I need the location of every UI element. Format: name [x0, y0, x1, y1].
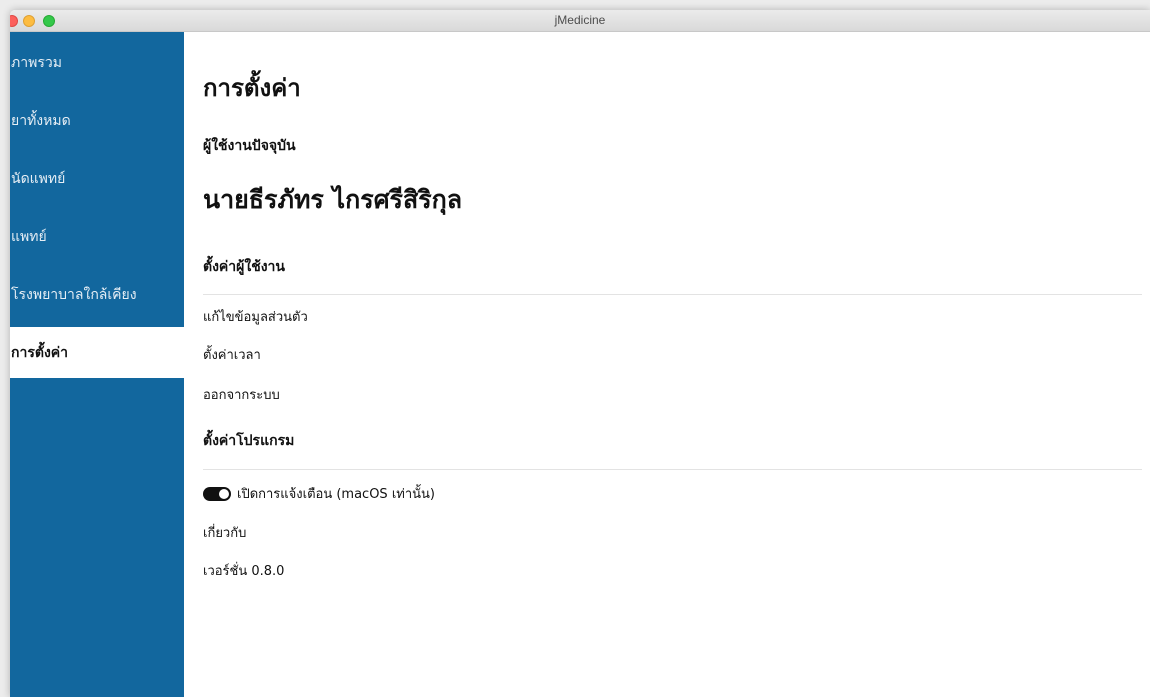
time-settings-link[interactable]: ตั้งค่าเวลา [203, 344, 261, 365]
page-title: การตั้งค่า [203, 74, 301, 102]
sidebar-item-label: แพทย์ [11, 228, 47, 245]
sidebar-item-overview[interactable]: ภาพรวม [10, 37, 184, 88]
sidebar-item-label: ภาพรวม [11, 54, 62, 71]
notification-toggle-label: เปิดการแจ้งเตือน (macOS เท่านั้น) [237, 487, 435, 502]
app-window: jMedicine ภาพรวม ยาทั้งหมด นัดแพทย์ แพทย… [10, 10, 1150, 697]
section-divider [203, 294, 1142, 295]
section-divider [203, 469, 1142, 470]
about-link[interactable]: เกี่ยวกับ [203, 522, 246, 543]
sidebar: ภาพรวม ยาทั้งหมด นัดแพทย์ แพทย์ โรงพยาบา… [10, 32, 184, 697]
logout-link[interactable]: ออกจากระบบ [203, 384, 280, 405]
sidebar-item-nearby-hospitals[interactable]: โรงพยาบาลใกล้เคียง [10, 269, 184, 320]
sidebar-item-label: การตั้งค่า [11, 344, 69, 361]
version-text: เวอร์ชั่น 0.8.0 [203, 564, 285, 579]
sidebar-item-label: โรงพยาบาลใกล้เคียง [11, 286, 137, 303]
sidebar-item-all-medicines[interactable]: ยาทั้งหมด [10, 95, 184, 146]
current-user-name: นายธีรภัทร ไกรศรีสิริกุล [203, 185, 463, 214]
settings-panel: การตั้งค่า ผู้ใช้งานปัจจุบัน นายธีรภัทร … [184, 32, 1150, 697]
sidebar-item-label: นัดแพทย์ [11, 170, 66, 187]
sidebar-item-doctors[interactable]: แพทย์ [10, 211, 184, 262]
sidebar-item-label: ยาทั้งหมด [11, 112, 71, 129]
current-user-label: ผู้ใช้งานปัจจุบัน [203, 138, 296, 154]
sidebar-item-settings[interactable]: การตั้งค่า [10, 327, 184, 378]
program-settings-heading: ตั้งค่าโปรแกรม [203, 433, 295, 449]
sidebar-item-appointments[interactable]: นัดแพทย์ [10, 153, 184, 204]
edit-profile-link[interactable]: แก้ไขข้อมูลส่วนตัว [203, 306, 308, 327]
title-bar: jMedicine [10, 10, 1150, 32]
window-title: jMedicine [554, 13, 606, 27]
user-settings-heading: ตั้งค่าผู้ใช้งาน [203, 259, 285, 275]
sidebar-nav: ภาพรวม ยาทั้งหมด นัดแพทย์ แพทย์ โรงพยาบา… [10, 37, 184, 385]
toggle-knob [219, 488, 229, 499]
notification-toggle[interactable] [203, 486, 231, 501]
notification-setting: เปิดการแจ้งเตือน (macOS เท่านั้น) [203, 483, 435, 504]
